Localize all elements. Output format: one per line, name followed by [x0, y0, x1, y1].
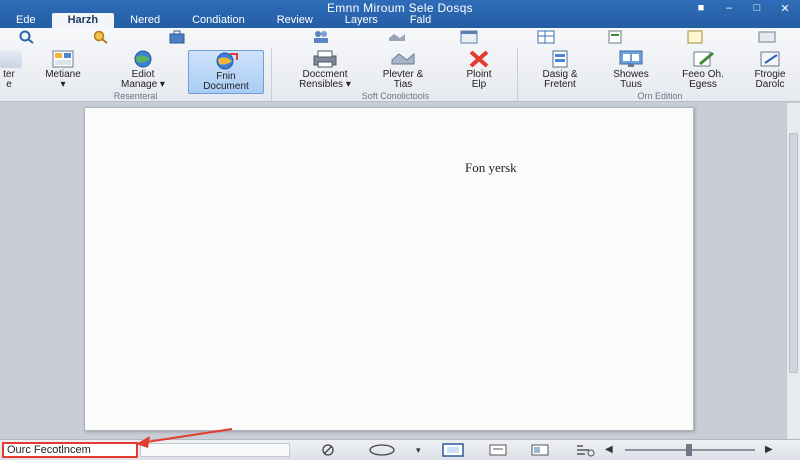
document-text[interactable]: Fon yersk: [465, 160, 517, 176]
briefcase-icon[interactable]: [168, 30, 186, 44]
status-empty-field[interactable]: [140, 443, 290, 457]
ter-button[interactable]: ter e: [0, 50, 24, 90]
scrollbar-thumb[interactable]: [789, 133, 798, 373]
quick-icons-row: [0, 28, 800, 48]
status-field[interactable]: Ourc Fecotlncem: [2, 442, 138, 458]
globe-icon: [130, 50, 156, 68]
pencil-doc-icon: [690, 50, 716, 68]
document-table-icon: [547, 50, 573, 68]
help-icon[interactable]: ■: [694, 2, 708, 15]
dasig-fretent-button[interactable]: Dasig & Fretent: [526, 50, 594, 90]
magnifier-icon[interactable]: [92, 30, 110, 44]
group-soft-conolictools: Doccment Rensibles ▾ Plevter & Tias Ploi…: [274, 48, 518, 102]
zoom-slider-knob[interactable]: [686, 444, 692, 456]
status-bar: Ourc Fecotlncem ▾ ◀ ▶: [0, 439, 800, 460]
read-mode-icon[interactable]: [488, 443, 508, 457]
no-sign-icon[interactable]: [318, 443, 338, 457]
fnin-document-button[interactable]: Fnin Document: [188, 50, 264, 94]
group-label-orn-edition: Orn Edition: [637, 91, 683, 101]
pen-icon: [757, 50, 783, 68]
tab-layers[interactable]: Layers: [329, 13, 394, 28]
minimize-icon[interactable]: –: [722, 2, 736, 15]
handshake-icon: [390, 50, 416, 68]
maximize-icon[interactable]: □: [750, 2, 764, 15]
group-label-resenteral: Resenteral: [113, 91, 158, 101]
dropdown-arrow-icon: ▾: [60, 79, 66, 90]
vertical-scrollbar[interactable]: [786, 103, 800, 439]
note-mini-icon[interactable]: [686, 30, 704, 44]
ribbon-tabs: Ede Harzh Nered Condiation Review Layers…: [0, 13, 447, 28]
doccment-rensibles-button[interactable]: Doccment Rensibles ▾: [284, 50, 366, 90]
showes-tuus-button[interactable]: Showes Tuus: [600, 50, 662, 90]
sheet-mini-icon[interactable]: [606, 30, 624, 44]
title-bar: Emnn Miroum Sele Dosqs ■ – □ ✕ Ede Harzh…: [0, 0, 800, 28]
document-workspace: Fon yersk: [0, 103, 786, 439]
ribbon: ter e Metiane ▾ Ediot Manage ▾ Fnin Docu…: [0, 28, 800, 102]
feeo-oh-egess-button[interactable]: Feeo Oh. Egess: [668, 50, 738, 90]
tab-ede[interactable]: Ede: [0, 13, 52, 28]
dropdown-arrow-icon[interactable]: ▾: [416, 443, 426, 457]
tab-review[interactable]: Review: [261, 13, 329, 28]
red-x-icon: [466, 50, 492, 68]
window-mini-icon[interactable]: [460, 30, 478, 44]
partial-icon: [0, 50, 22, 68]
tab-condiation[interactable]: Condiation: [176, 13, 261, 28]
globe-arrow-icon: [213, 52, 239, 70]
table-mini-icon[interactable]: [537, 30, 555, 44]
plevter-tias-button[interactable]: Plevter & Tias: [376, 50, 430, 90]
zoom-out-icon[interactable]: ◀: [605, 443, 617, 457]
group-resenteral: ter e Metiane ▾ Ediot Manage ▾ Fnin Docu…: [0, 48, 272, 102]
monitor-icon: [618, 50, 644, 68]
ellipse-icon[interactable]: [368, 443, 398, 457]
close-icon[interactable]: ✕: [778, 2, 792, 15]
metiane-button[interactable]: Metiane ▾: [32, 50, 94, 90]
search-icon[interactable]: [18, 30, 36, 44]
card-mini-icon[interactable]: [758, 30, 776, 44]
printer-icon: [312, 50, 338, 68]
people-icon[interactable]: [312, 30, 330, 44]
grid-icon: [50, 50, 76, 68]
ftrogie-darolc-button[interactable]: Ftrogie Darolc: [742, 50, 798, 90]
handshake-mini-icon[interactable]: [388, 30, 406, 44]
window-controls: ■ – □ ✕: [694, 2, 792, 15]
tab-fald[interactable]: Fald: [394, 13, 447, 28]
print-layout-icon[interactable]: [442, 443, 464, 457]
ediot-manage-button[interactable]: Ediot Manage ▾: [112, 50, 174, 90]
ploint-elp-button[interactable]: Ploint Elp: [454, 50, 504, 90]
document-page[interactable]: Fon yersk: [84, 107, 694, 431]
tab-harzh[interactable]: Harzh: [51, 13, 115, 28]
web-layout-icon[interactable]: [530, 443, 550, 457]
outline-icon[interactable]: [574, 443, 596, 457]
group-label-soft-conolictools: Soft Conolictools: [361, 91, 430, 101]
zoom-in-icon[interactable]: ▶: [765, 443, 777, 457]
group-orn-edition: Dasig & Fretent Showes Tuus Feeo Oh. Ege…: [520, 48, 800, 102]
tab-nered[interactable]: Nered: [114, 13, 176, 28]
